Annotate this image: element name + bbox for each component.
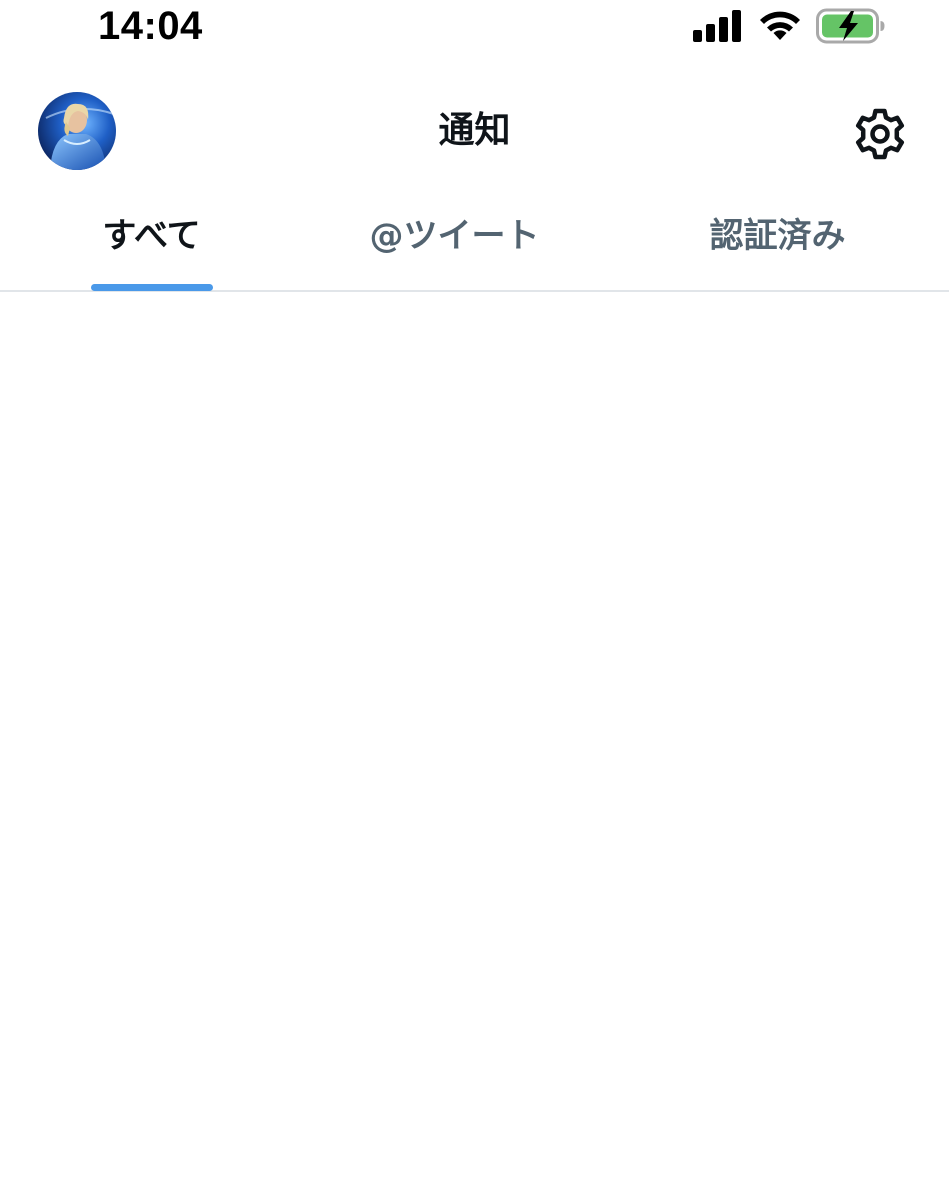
tab-verified[interactable]: 認証済み bbox=[606, 190, 949, 290]
tab-label: すべて bbox=[102, 216, 201, 256]
notification-list bbox=[0, 292, 949, 1200]
page-title: 通知 bbox=[438, 110, 511, 151]
tab-all[interactable]: すべて bbox=[0, 190, 303, 291]
tab-mentions[interactable]: @ツイート bbox=[303, 190, 606, 290]
top-app-bar: 通知 bbox=[0, 80, 949, 184]
battery-charging-icon bbox=[816, 8, 885, 44]
tab-label: @ツイート bbox=[369, 216, 540, 256]
status-time: 14:04 bbox=[98, 4, 203, 48]
wifi-icon bbox=[760, 11, 800, 40]
tab-label: 認証済み bbox=[709, 216, 846, 256]
active-tab-indicator bbox=[91, 284, 213, 291]
gear-icon[interactable] bbox=[851, 105, 909, 163]
cellular-signal-icon bbox=[693, 10, 741, 42]
notification-tabs: すべて @ツイート 認証済み bbox=[0, 190, 949, 292]
status-bar: 14:04 bbox=[0, 0, 949, 56]
